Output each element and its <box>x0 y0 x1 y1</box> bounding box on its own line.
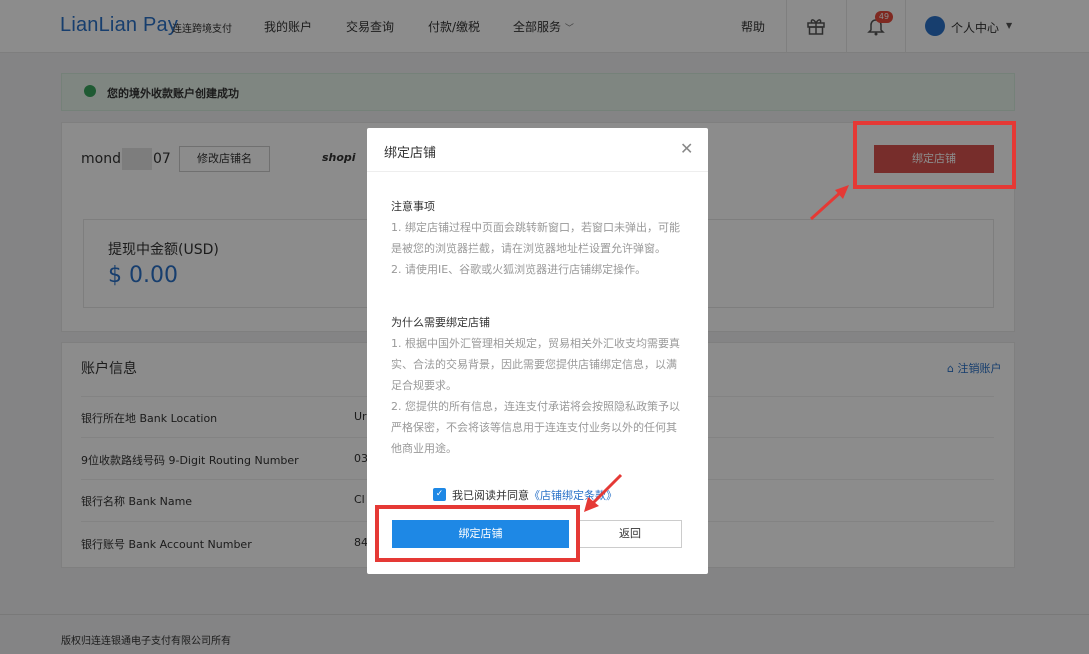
why-item: 2. 您提供的所有信息，连连支付承诺将会按照隐私政策予以严格保密，不会将该等信息… <box>391 400 680 455</box>
dialog-divider <box>367 171 708 172</box>
why-title: 为什么需要绑定店铺 <box>391 316 490 329</box>
annotation-arrow-icon <box>809 185 849 221</box>
agree-checkbox[interactable]: ✓ <box>433 488 446 501</box>
annotation-frame-bottom <box>375 505 580 562</box>
note-item: 2. 请使用IE、谷歌或火狐浏览器进行店铺绑定操作。 <box>391 263 647 276</box>
annotation-frame-top <box>853 121 1016 189</box>
why-section: 为什么需要绑定店铺 1. 根据中国外汇管理相关规定，贸易相关外汇收支均需要真实、… <box>391 312 684 459</box>
why-item: 1. 根据中国外汇管理相关规定，贸易相关外汇收支均需要真实、合法的交易背景，因此… <box>391 337 680 392</box>
notes-title: 注意事项 <box>391 200 435 213</box>
agree-prefix: 我已阅读并同意 <box>452 489 529 502</box>
note-item: 1. 绑定店铺过程中页面会跳转新窗口，若窗口未弹出，可能是被您的浏览器拦截，请在… <box>391 221 680 255</box>
back-button[interactable]: 返回 <box>578 520 682 548</box>
annotation-arrow-icon <box>584 473 623 512</box>
close-icon[interactable]: ✕ <box>680 139 693 158</box>
notes-section: 注意事项 1. 绑定店铺过程中页面会跳转新窗口，若窗口未弹出，可能是被您的浏览器… <box>391 196 684 280</box>
dialog-title: 绑定店铺 <box>384 146 437 161</box>
